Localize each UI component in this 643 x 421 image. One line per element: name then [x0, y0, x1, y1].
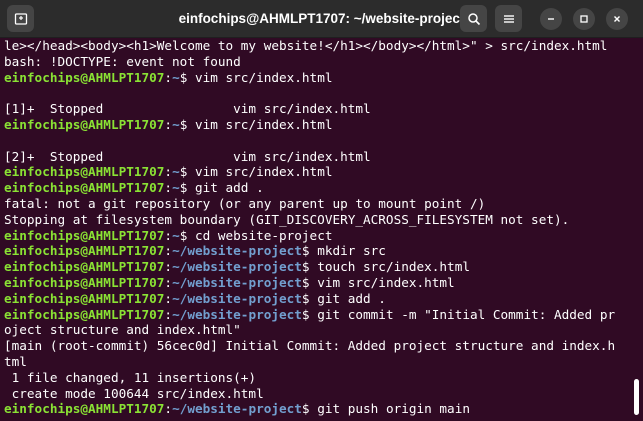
prompt-user-host: einfochips@AHMLPT1707 — [4, 306, 165, 322]
minimize-button[interactable] — [540, 8, 562, 30]
prompt-user-host: einfochips@AHMLPT1707 — [4, 180, 165, 196]
terminal-line: oject structure and index.html" — [4, 322, 630, 338]
prompt-user-host: einfochips@AHMLPT1707 — [4, 401, 165, 417]
prompt-path: ~/website-project — [172, 259, 302, 275]
prompt-user-host: einfochips@AHMLPT1707 — [4, 164, 165, 180]
terminal-text: : — [164, 290, 173, 306]
terminal-line: le></head><body><h1>Welcome to my websit… — [4, 38, 630, 54]
terminal-line: [1]+ Stopped vim src/index.html — [4, 101, 630, 117]
terminal-text: : — [164, 164, 173, 180]
prompt-user-host: einfochips@AHMLPT1707 — [4, 227, 165, 243]
vertical-scrollbar[interactable] — [632, 38, 643, 421]
terminal-text: $ touch src/index.html — [301, 259, 470, 275]
terminal-text: oject structure and index.html" — [4, 322, 241, 338]
new-tab-button[interactable] — [7, 5, 34, 32]
maximize-icon — [580, 15, 588, 23]
terminal-text: $ cd website-project — [179, 227, 333, 243]
new-tab-icon — [14, 12, 27, 25]
prompt-path: ~/website-project — [172, 306, 302, 322]
maximize-button[interactable] — [573, 8, 595, 30]
terminal-text: $ vim src/index.html — [179, 116, 333, 132]
terminal-line: Stopping at filesystem boundary (GIT_DIS… — [4, 212, 630, 228]
terminal-text: create mode 100644 src/index.html — [4, 385, 264, 401]
terminal-line: einfochips@AHMLPT1707:~$ vim src/index.h… — [4, 164, 630, 180]
terminal-line: einfochips@AHMLPT1707:~$ vim src/index.h… — [4, 70, 630, 86]
hamburger-menu-icon — [503, 14, 514, 23]
prompt-path: ~/website-project — [172, 290, 302, 306]
terminal-output[interactable]: le></head><body><h1>Welcome to my websit… — [4, 38, 630, 421]
prompt-user-host: einfochips@AHMLPT1707 — [4, 69, 165, 85]
menu-button[interactable] — [495, 5, 522, 32]
terminal-line: einfochips@AHMLPT1707:~/website-project$… — [4, 307, 630, 323]
terminal-text: [1]+ Stopped vim src/index.html — [4, 101, 371, 117]
search-button[interactable] — [460, 5, 487, 32]
prompt-user-host: einfochips@AHMLPT1707 — [4, 243, 165, 259]
terminal-text: $ vim src/index.html — [179, 164, 333, 180]
terminal-text: tml — [4, 353, 27, 369]
terminal-line: einfochips@AHMLPT1707:~/website-project$… — [4, 243, 630, 259]
minimize-icon — [548, 18, 554, 20]
terminal-line: fatal: not a git repository (or any pare… — [4, 196, 630, 212]
prompt-path: ~ — [172, 227, 180, 243]
terminal-line: [2]+ Stopped vim src/index.html — [4, 149, 630, 165]
terminal-text: $ git add . — [179, 180, 264, 196]
terminal-line: einfochips@AHMLPT1707:~$ vim src/index.h… — [4, 117, 630, 133]
terminal-text: : — [164, 116, 173, 132]
terminal-line: tml — [4, 354, 630, 370]
prompt-user-host: einfochips@AHMLPT1707 — [4, 116, 165, 132]
prompt-path: ~ — [172, 164, 180, 180]
terminal-text: $ mkdir src — [301, 243, 386, 259]
terminal-text: fatal: not a git repository (or any pare… — [4, 195, 486, 211]
prompt-path: ~/website-project — [172, 274, 302, 290]
terminal-line: create mode 100644 src/index.html — [4, 386, 630, 402]
close-icon — [614, 16, 620, 22]
terminal-text: : — [164, 227, 173, 243]
prompt-user-host: einfochips@AHMLPT1707 — [4, 259, 165, 275]
terminal-text: $ git commit -m "Initial Commit: Added p… — [301, 306, 616, 322]
terminal-line: einfochips@AHMLPT1707:~/website-project$… — [4, 401, 630, 417]
terminal-text: [2]+ Stopped vim src/index.html — [4, 148, 371, 164]
terminal-line: einfochips@AHMLPT1707:~$ git add . — [4, 180, 630, 196]
terminal-text: : — [164, 180, 173, 196]
close-button[interactable] — [606, 8, 628, 30]
terminal-text: le></head><body><h1>Welcome to my websit… — [4, 38, 608, 53]
prompt-path: ~/website-project — [172, 243, 302, 259]
terminal-line: [main (root-commit) 56cec0d] Initial Com… — [4, 338, 630, 354]
scrollbar-thumb[interactable] — [634, 379, 639, 415]
terminal-text: Stopping at filesystem boundary (GIT_DIS… — [4, 211, 570, 227]
terminal-line: einfochips@AHMLPT1707:~/website-project$… — [4, 275, 630, 291]
search-icon — [467, 12, 480, 25]
terminal-text: [main (root-commit) 56cec0d] Initial Com… — [4, 338, 616, 354]
prompt-user-host: einfochips@AHMLPT1707 — [4, 290, 165, 306]
prompt-user-host: einfochips@AHMLPT1707 — [4, 274, 165, 290]
terminal-line: einfochips@AHMLPT1707:~/website-project$… — [4, 291, 630, 307]
terminal-text: : — [164, 69, 173, 85]
terminal-text: : — [164, 306, 173, 322]
terminal-text: $ git add . — [301, 290, 386, 306]
terminal-text: $ git push origin main — [301, 401, 470, 417]
title-bar[interactable]: einfochips@AHMLPT1707: ~/website-project — [0, 0, 643, 38]
prompt-path: ~ — [172, 116, 180, 132]
terminal-text: bash: !DOCTYPE: event not found — [4, 53, 241, 69]
terminal-line: bash: !DOCTYPE: event not found — [4, 54, 630, 70]
terminal-text: : — [164, 259, 173, 275]
prompt-path: ~ — [172, 69, 180, 85]
prompt-path: ~ — [172, 180, 180, 196]
terminal-text: : — [164, 243, 173, 259]
terminal-text: 1 file changed, 11 insertions(+) — [4, 369, 257, 385]
terminal-line: einfochips@AHMLPT1707:~/website-project$… — [4, 259, 630, 275]
terminal-text: : — [164, 401, 173, 417]
terminal-line: einfochips@AHMLPT1707:~$ cd website-proj… — [4, 228, 630, 244]
terminal-window: einfochips@AHMLPT1707: ~/website-project — [0, 0, 643, 421]
terminal-text: $ vim src/index.html — [301, 274, 455, 290]
terminal-line: 1 file changed, 11 insertions(+) — [4, 370, 630, 386]
prompt-path: ~/website-project — [172, 401, 302, 417]
terminal-text: $ vim src/index.html — [179, 69, 333, 85]
terminal-text: : — [164, 274, 173, 290]
